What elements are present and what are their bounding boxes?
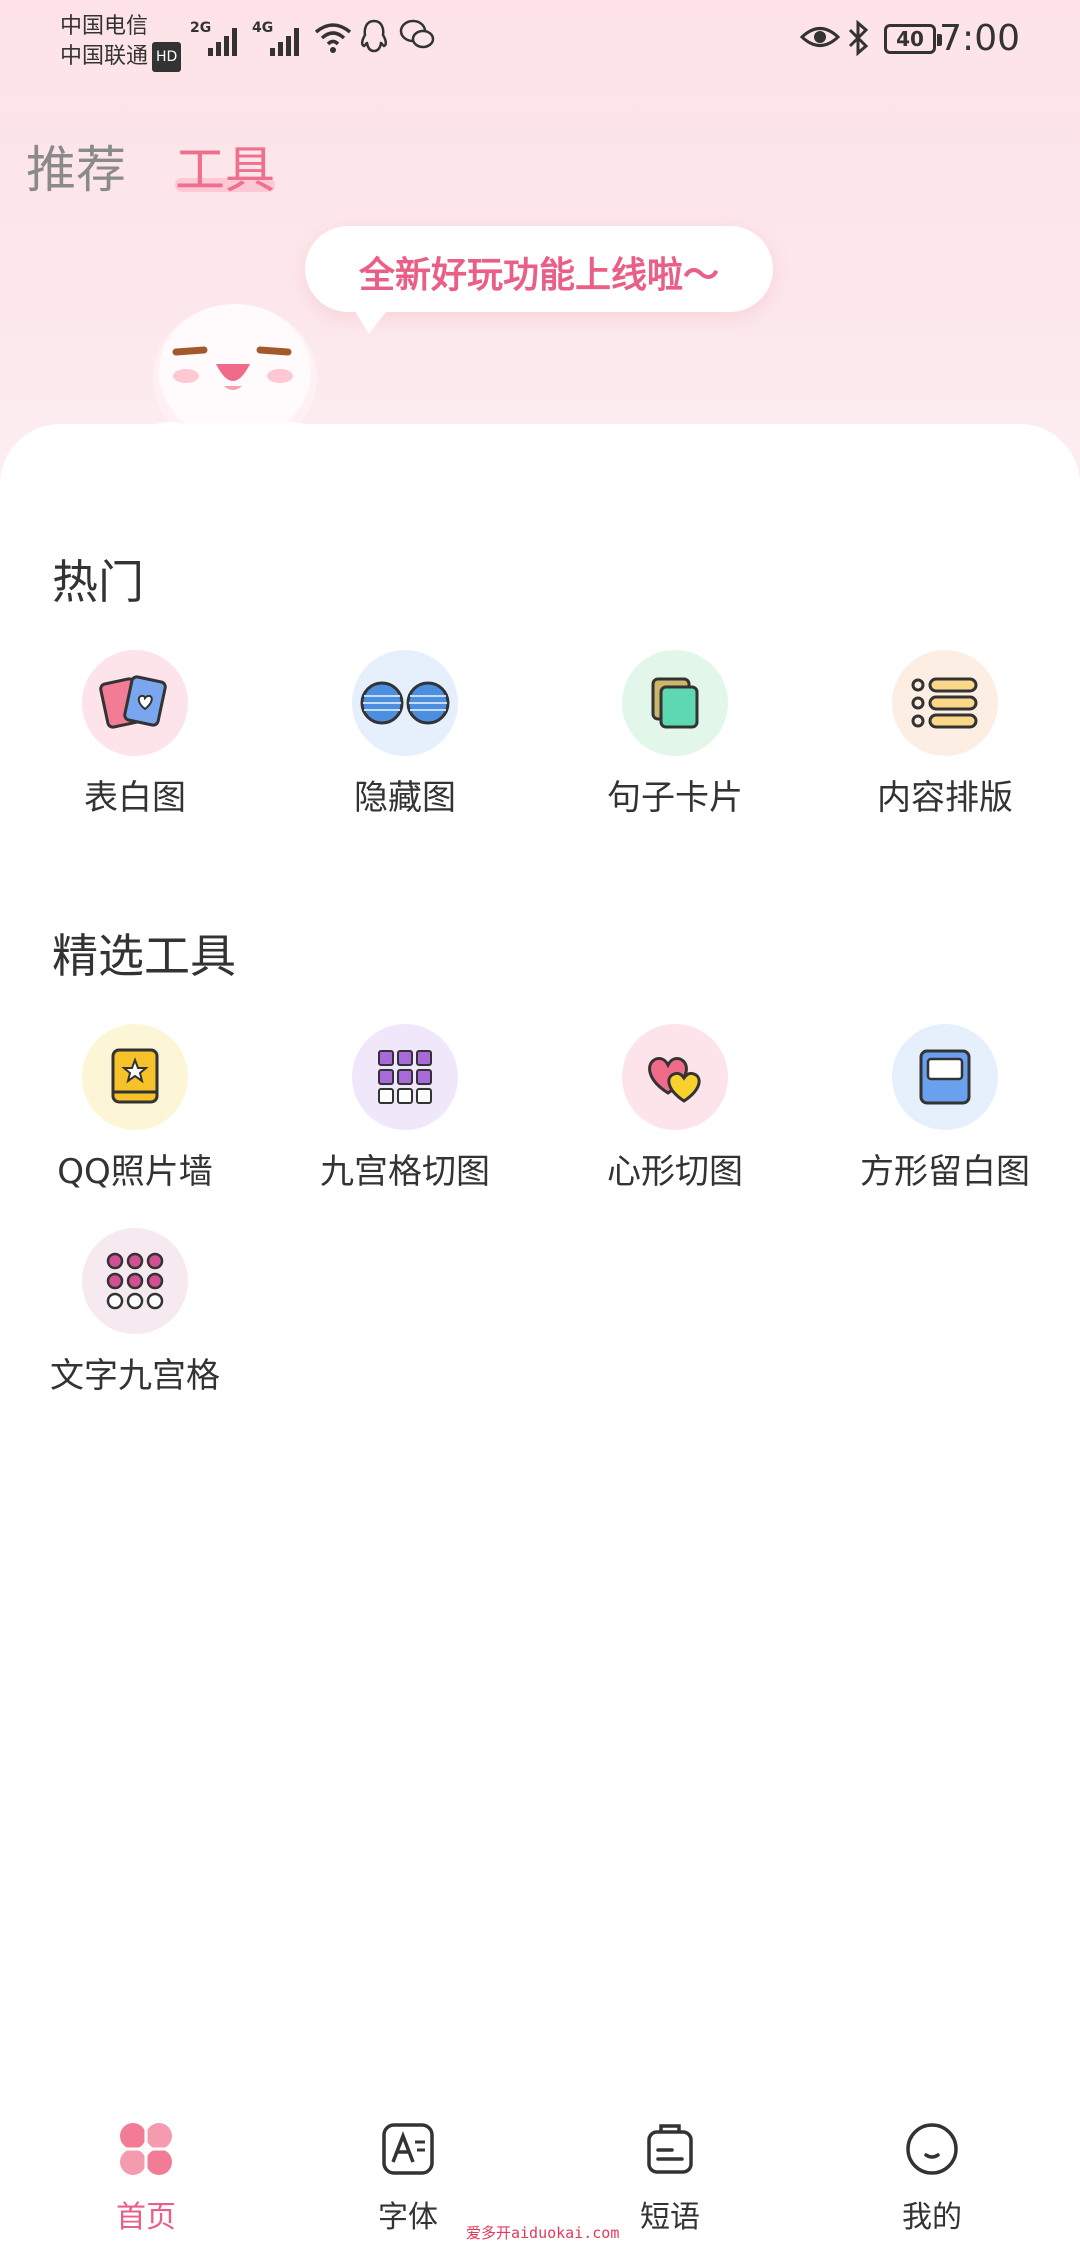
eye-icon bbox=[800, 27, 840, 47]
section-title-hot: 热门 bbox=[52, 555, 144, 609]
tools-panel: 热门 表白图 隐藏图 句子卡片 内容排版 精选工具 QQ照片墙 九宫格切图 心形… bbox=[0, 424, 1080, 2084]
nav-font[interactable]: 字体 bbox=[318, 2120, 498, 2236]
star-book-icon bbox=[82, 1024, 188, 1130]
tool-label: 表白图 bbox=[84, 778, 186, 818]
bottom-nav: 首页 字体 短语 我的 bbox=[0, 2084, 1080, 2244]
status-bar: 中国电信 中国联通 HD 2G 4G 40 7:00 bbox=[0, 0, 1080, 84]
announcement-bubble[interactable]: 全新好玩功能上线啦～ bbox=[305, 226, 773, 334]
nav-label: 我的 bbox=[902, 2200, 962, 2235]
nav-home[interactable]: 首页 bbox=[56, 2120, 236, 2236]
tool-label: 心形切图 bbox=[607, 1152, 743, 1192]
wifi-icon bbox=[314, 23, 352, 53]
phrase-bag-icon bbox=[647, 2124, 693, 2174]
tool-confession-image[interactable]: 表白图 bbox=[0, 650, 270, 819]
photo-cards-heart-icon bbox=[82, 650, 188, 756]
hd-badge: HD bbox=[152, 42, 182, 72]
tool-label: 九宫格切图 bbox=[320, 1152, 490, 1192]
carrier-1: 中国电信 bbox=[60, 14, 149, 39]
square-frame-icon bbox=[892, 1024, 998, 1130]
watermark: 爱多开aiduokai.com bbox=[466, 2224, 620, 2242]
list-layout-icon bbox=[892, 650, 998, 756]
tool-heart-crop[interactable]: 心形切图 bbox=[540, 1024, 810, 1193]
section-title-featured: 精选工具 bbox=[52, 929, 236, 983]
nav-profile[interactable]: 我的 bbox=[842, 2120, 1022, 2236]
carrier-2: 中国联通 bbox=[60, 44, 149, 69]
tab-recommend[interactable]: 推荐 bbox=[26, 130, 126, 202]
tool-qq-photo-wall[interactable]: QQ照片墙 bbox=[0, 1024, 270, 1193]
tool-text-nine-grid[interactable]: 文字九宫格 bbox=[0, 1228, 270, 1397]
profile-face-icon bbox=[906, 2123, 958, 2175]
nav-phrases[interactable]: 短语 bbox=[580, 2120, 760, 2236]
battery-indicator: 40 bbox=[884, 24, 942, 54]
qq-icon bbox=[360, 19, 388, 53]
tool-content-layout[interactable]: 内容排版 bbox=[810, 650, 1080, 819]
tool-hidden-image[interactable]: 隐藏图 bbox=[270, 650, 540, 819]
clock: 7:00 bbox=[939, 18, 1020, 59]
striped-circles-icon bbox=[352, 650, 458, 756]
nav-label: 首页 bbox=[116, 2200, 176, 2235]
wechat-icon bbox=[399, 19, 435, 49]
dots-grid-icon bbox=[82, 1228, 188, 1334]
home-clover-icon bbox=[120, 2123, 172, 2175]
bluetooth-icon bbox=[848, 20, 869, 56]
tool-label: 方形留白图 bbox=[860, 1152, 1030, 1192]
font-icon bbox=[382, 2123, 434, 2175]
tool-label: 内容排版 bbox=[877, 778, 1013, 818]
double-heart-icon bbox=[622, 1024, 728, 1130]
tool-label: 句子卡片 bbox=[607, 778, 743, 818]
tool-square-whitespace[interactable]: 方形留白图 bbox=[810, 1024, 1080, 1193]
grid-nine-icon bbox=[352, 1024, 458, 1130]
tool-label: 隐藏图 bbox=[354, 778, 456, 818]
announcement-text: 全新好玩功能上线啦～ bbox=[358, 255, 719, 296]
carrier-info: 中国电信 中国联通 HD bbox=[60, 12, 182, 72]
tab-tools[interactable]: 工具 bbox=[175, 130, 275, 202]
stacked-cards-icon bbox=[622, 650, 728, 756]
tool-label: QQ照片墙 bbox=[57, 1152, 213, 1192]
tool-label: 文字九宫格 bbox=[50, 1356, 220, 1396]
tool-nine-grid-crop[interactable]: 九宫格切图 bbox=[270, 1024, 540, 1193]
tool-sentence-card[interactable]: 句子卡片 bbox=[540, 650, 810, 819]
